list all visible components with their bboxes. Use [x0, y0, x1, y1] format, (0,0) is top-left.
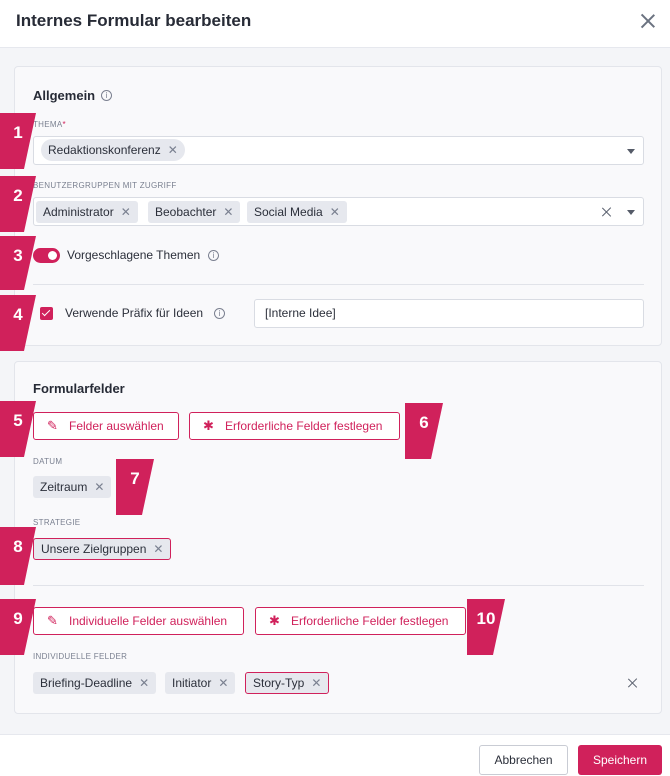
edit-icon: ✎: [47, 613, 58, 628]
dialog-title: Internes Formular bearbeiten: [16, 11, 252, 30]
cancel-button[interactable]: Abbrechen: [479, 745, 568, 775]
dialog-footer: Abbrechen Speichern: [0, 734, 670, 776]
strategy-label: STRATEGIE: [33, 518, 81, 527]
annotation-marker-9: 9: [0, 599, 36, 655]
topic-label: THEMA*: [33, 120, 66, 129]
chip-remove-icon[interactable]: ✕: [223, 205, 233, 219]
clear-icon[interactable]: [627, 677, 639, 689]
clear-icon[interactable]: [601, 206, 613, 218]
user-groups-label: BENUTZERGRUPPEN MIT ZUGRIFF: [33, 181, 177, 190]
annotation-marker-5: 5: [0, 401, 36, 457]
select-custom-fields-button[interactable]: ✎ Individuelle Felder auswählen: [33, 607, 244, 635]
annotation-marker-2: 2: [0, 176, 36, 232]
annotation-marker-1: 1: [0, 113, 36, 169]
custom-required-fields-button[interactable]: ✱ Erforderliche Felder festlegen: [255, 607, 466, 635]
annotation-marker-7: 7: [116, 459, 154, 515]
chip-remove-icon[interactable]: ✕: [121, 205, 131, 219]
chip-remove-icon[interactable]: ✕: [218, 676, 228, 690]
custom-field-chip: Briefing-Deadline ✕: [33, 672, 157, 694]
dialog-header: Internes Formular bearbeiten: [0, 0, 670, 48]
info-icon: i: [101, 90, 112, 101]
annotation-marker-6: 6: [405, 403, 443, 459]
general-title: Allgemein: [33, 88, 96, 103]
suggested-topics-toggle[interactable]: [33, 248, 60, 263]
info-icon: i: [208, 250, 219, 261]
strategy-chip: Unsere Zielgruppen ✕: [33, 538, 172, 560]
asterisk-icon: ✱: [269, 613, 280, 628]
date-chip: Zeitraum ✕: [33, 476, 112, 498]
chevron-down-icon[interactable]: [627, 210, 635, 215]
user-group-chip: Administrator ✕: [36, 201, 138, 223]
custom-fields-label: INDIVIDUELLE FELDER: [33, 652, 128, 661]
annotation-marker-4: 4: [0, 295, 36, 351]
close-icon[interactable]: [638, 11, 658, 31]
chip-remove-icon[interactable]: ✕: [168, 143, 178, 157]
chip-remove-icon[interactable]: ✕: [139, 676, 149, 690]
edit-icon: ✎: [47, 418, 58, 433]
asterisk-icon: ✱: [203, 418, 214, 433]
required-fields-button[interactable]: ✱ Erforderliche Felder festlegen: [189, 412, 400, 440]
form-fields-title: Formularfelder: [33, 381, 125, 396]
custom-field-chip: Story-Typ ✕: [245, 672, 330, 694]
chevron-down-icon[interactable]: [627, 149, 635, 154]
annotation-marker-8: 8: [0, 527, 36, 585]
save-button[interactable]: Speichern: [578, 745, 662, 775]
chip-remove-icon[interactable]: ✕: [94, 480, 104, 494]
chip-remove-icon[interactable]: ✕: [153, 542, 163, 556]
date-label: DATUM: [33, 457, 63, 466]
chip-remove-icon[interactable]: ✕: [311, 676, 321, 690]
user-group-chip: Social Media ✕: [247, 201, 347, 223]
annotation-marker-3: 3: [0, 236, 36, 290]
user-group-chip: Beobachter ✕: [148, 201, 241, 223]
suggested-topics-label: Vorgeschlagene Themen: [67, 248, 201, 262]
annotation-marker-10: 10: [467, 599, 505, 655]
prefix-label: Verwende Präfix für Ideen: [65, 306, 204, 320]
divider: [33, 284, 644, 285]
chip-remove-icon[interactable]: ✕: [330, 205, 340, 219]
select-fields-button[interactable]: ✎ Felder auswählen: [33, 412, 179, 440]
custom-field-chip: Initiator ✕: [165, 672, 236, 694]
prefix-input[interactable]: [Interne Idee]: [254, 299, 644, 328]
topic-chip: Redaktionskonferenz ✕: [41, 139, 185, 161]
info-icon: i: [214, 308, 225, 319]
divider: [33, 585, 644, 586]
prefix-checkbox[interactable]: [40, 307, 53, 320]
